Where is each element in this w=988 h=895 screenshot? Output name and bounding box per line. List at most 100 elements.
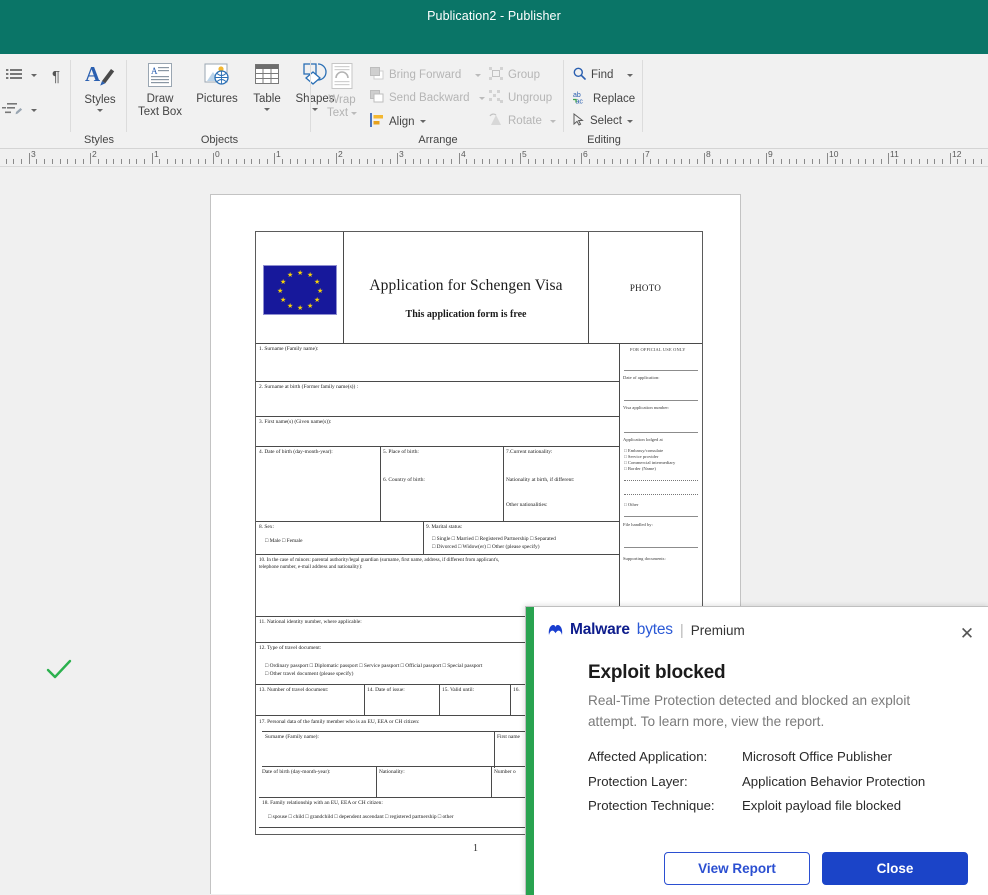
rotate-button[interactable]: Rotate xyxy=(489,113,556,129)
select-button[interactable]: Select xyxy=(573,112,633,129)
draw-text-box-button[interactable]: A Draw Text Box xyxy=(132,62,188,119)
field-label: 15. Valid until: xyxy=(442,687,475,693)
ungroup-label: Ungroup xyxy=(508,92,553,104)
form-header-row: ★ ★ ★ ★ ★ ★ ★ ★ ★ ★ ★ ★ Application for … xyxy=(256,232,702,344)
cell-divider xyxy=(510,685,511,716)
ruler-label: 2 xyxy=(92,149,97,159)
eu-flag-icon: ★ ★ ★ ★ ★ ★ ★ ★ ★ ★ ★ ★ xyxy=(263,265,337,315)
group-label: Group xyxy=(508,69,540,81)
chevron-down-icon[interactable] xyxy=(31,74,37,77)
form-field-surname-at-birth[interactable]: 2. Surname at birth (Former family name(… xyxy=(256,382,619,417)
find-button[interactable]: Find xyxy=(573,67,634,83)
ruler-tick-minor xyxy=(428,159,429,164)
ruler-tick-minor xyxy=(420,159,421,164)
field-label: 17. Personal data of the family member w… xyxy=(259,719,420,725)
form-field-first-names[interactable]: 3. First name(s) (Given name(s)): xyxy=(256,417,619,447)
ruler-tick-minor xyxy=(658,159,659,164)
ruler-tick-minor xyxy=(781,159,782,164)
ruler-tick-minor xyxy=(804,159,805,164)
paragraph-mark-icon: ¶ xyxy=(52,68,61,85)
chevron-down-icon[interactable] xyxy=(549,119,556,123)
ruler-tick-minor xyxy=(236,159,237,164)
draw-text-box-label-line1: Draw xyxy=(146,93,174,105)
align-icon xyxy=(370,113,384,130)
ruler-label: 3 xyxy=(31,149,36,159)
chevron-down-icon[interactable] xyxy=(264,108,270,111)
chevron-down-icon[interactable] xyxy=(478,96,485,100)
ruler-tick-minor xyxy=(865,159,866,164)
styles-label: Styles xyxy=(84,94,116,106)
send-backward-label: Send Backward xyxy=(389,92,470,104)
svg-text:A: A xyxy=(85,62,101,86)
ruler-tick-minor xyxy=(758,159,759,164)
ruler-tick-minor xyxy=(881,159,882,164)
window-title-bar: Publication2 - Publisher xyxy=(0,0,988,54)
alert-title: Exploit blocked xyxy=(588,662,726,683)
form-row-sex-marital[interactable]: 8. Sex: □ Male □ Female 9. Marital statu… xyxy=(256,522,619,555)
ruler-tick-minor xyxy=(21,159,22,164)
ruler-tick-minor xyxy=(934,159,935,164)
field-options: □ Ordinary passport □ Diplomatic passpor… xyxy=(265,663,483,669)
photo-cell: PHOTO xyxy=(629,283,662,293)
field-label: Nationality: xyxy=(379,769,405,775)
ruler-label: 10 xyxy=(829,149,839,159)
ruler-tick-minor xyxy=(75,159,76,164)
ruler-tick-minor xyxy=(159,159,160,164)
chevron-down-icon[interactable] xyxy=(351,112,358,115)
chevron-down-icon[interactable] xyxy=(626,119,633,123)
replace-button[interactable]: ab ac Replace xyxy=(573,90,635,107)
bullets-button[interactable] xyxy=(6,68,37,83)
styles-button[interactable]: A Styles xyxy=(77,62,123,112)
bring-forward-button[interactable]: Bring Forward xyxy=(370,67,482,83)
ruler-tick-minor xyxy=(650,159,651,164)
ruler-label: 11 xyxy=(890,149,899,159)
close-button[interactable]: Close xyxy=(822,851,968,885)
send-backward-button[interactable]: Send Backward xyxy=(370,90,485,106)
ruler-tick-minor xyxy=(451,159,452,164)
form-field-surname[interactable]: 1. Surname (Family name): xyxy=(256,344,619,382)
divider xyxy=(624,370,698,371)
chevron-down-icon[interactable] xyxy=(627,73,634,77)
align-label: Align xyxy=(389,115,415,128)
view-report-button[interactable]: View Report xyxy=(664,851,810,885)
ruler-tick-minor xyxy=(359,159,360,164)
ruler-tick-minor xyxy=(558,159,559,164)
align-button[interactable]: Align xyxy=(370,113,426,130)
text-direction-button[interactable] xyxy=(2,102,37,119)
wrap-text-button[interactable]: Wrap Text xyxy=(320,62,364,120)
chevron-down-icon[interactable] xyxy=(475,73,482,77)
brand-name-part1: Malware xyxy=(570,621,630,638)
divider xyxy=(624,547,698,548)
ruler-tick-minor xyxy=(543,159,544,164)
ribbon-group-arrange: Wrap Text Bring Forward Send Backward Al… xyxy=(312,54,564,148)
chevron-down-icon[interactable] xyxy=(97,109,103,112)
malwarebytes-logo-icon xyxy=(548,624,563,636)
ruler-tick-minor xyxy=(858,159,859,164)
form-title-cell: Application for Schengen Visa This appli… xyxy=(344,232,589,344)
ruler-tick-minor xyxy=(850,159,851,164)
ruler-tick-major xyxy=(581,153,582,164)
horizontal-ruler[interactable]: 3 2 1 0 1 2 3 4 5 6 7 8 9 10 11 12 xyxy=(0,149,988,167)
pictures-button[interactable]: Pictures xyxy=(190,62,244,106)
table-button[interactable]: Table xyxy=(246,62,288,111)
form-row-birth-nationality[interactable]: 4. Date of birth (day-month-year): 5. Pl… xyxy=(256,447,619,522)
ruler-tick-minor xyxy=(674,159,675,164)
replace-icon: ab ac xyxy=(573,90,588,107)
field-label: 5. Place of birth: xyxy=(383,449,419,455)
ruler-tick-minor xyxy=(136,159,137,164)
table-label: Table xyxy=(253,93,281,105)
close-icon[interactable]: ✕ xyxy=(953,619,981,647)
chevron-down-icon[interactable] xyxy=(31,109,37,112)
ribbon-group-paragraph: ¶ xyxy=(0,54,71,192)
field-label: 18. Family relationship with an EU, EEA … xyxy=(262,800,383,806)
group-button[interactable]: Group xyxy=(489,67,540,83)
ruler-tick-minor xyxy=(743,159,744,164)
chevron-down-icon[interactable] xyxy=(419,120,426,123)
show-paragraph-marks-button[interactable]: ¶ xyxy=(52,68,60,85)
ruler-tick-minor xyxy=(83,159,84,164)
form-title: Application for Schengen Visa xyxy=(369,277,563,294)
ruler-tick-major xyxy=(704,153,705,164)
ungroup-button[interactable]: Ungroup xyxy=(489,90,552,106)
ruler-tick-minor xyxy=(627,159,628,164)
detail-key: Affected Application: xyxy=(588,749,708,764)
